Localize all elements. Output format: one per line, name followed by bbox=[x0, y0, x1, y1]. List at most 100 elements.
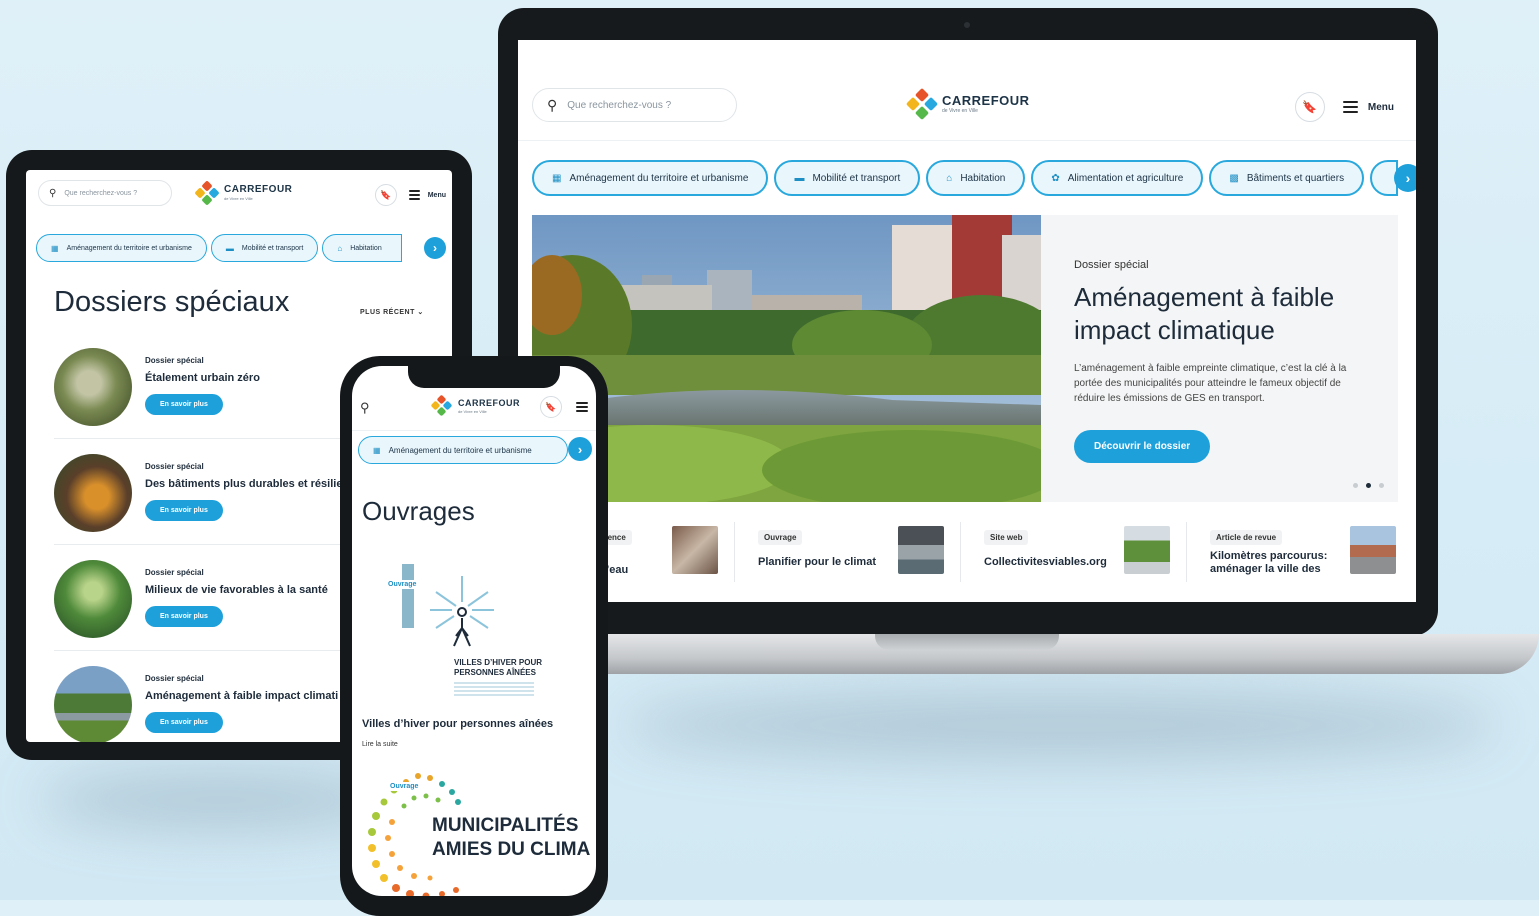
item-thumbnail bbox=[54, 666, 132, 742]
bookmark-icon[interactable]: 🔖 bbox=[374, 184, 397, 206]
site-logo[interactable]: CARREFOUR de Vivre en Ville bbox=[430, 394, 520, 417]
logo-mark-icon bbox=[194, 180, 220, 206]
sort-dropdown[interactable]: PLUS RÉCENT ⌄ bbox=[360, 308, 424, 316]
search-icon[interactable]: ⚲ bbox=[360, 400, 370, 416]
logo-tagline: de Vivre en Ville bbox=[224, 196, 253, 201]
book-title[interactable]: Villes d’hiver pour personnes aînées bbox=[362, 718, 553, 730]
resource-thumbnail bbox=[672, 526, 718, 574]
item-kicker: Dossier spécial bbox=[145, 674, 204, 683]
resource-tag: Ouvrage bbox=[758, 530, 803, 545]
hero-landscape-image bbox=[532, 215, 1041, 502]
book-cover-villes-hiver[interactable]: Ouvrage VILLES D’HIVER POUR PERSONNES AÎ… bbox=[362, 558, 582, 708]
map-icon: ▦ bbox=[51, 243, 59, 253]
resource-tag: Article de revue bbox=[1210, 530, 1283, 545]
search-box[interactable]: ⚲ Que recherchez-vous ? bbox=[38, 180, 172, 206]
learn-more-button[interactable]: En savoir plus bbox=[145, 712, 223, 733]
category-pill-habitation[interactable]: ⌂ Habitation bbox=[926, 160, 1026, 196]
book-cover-municipalites[interactable]: Ouvrage MUNICIPALITÉS AMIES DU CLIMA bbox=[358, 762, 596, 896]
resource-thumbnail bbox=[1124, 526, 1170, 574]
category-next-arrow-icon[interactable]: › bbox=[1394, 164, 1416, 192]
bus-icon: ▬ bbox=[794, 172, 805, 184]
logo-text: CARREFOUR bbox=[458, 397, 520, 408]
category-bar: ▦ Aménagement du territoire et urbanisme bbox=[358, 436, 568, 464]
category-pill-amenagement[interactable]: ▦ Aménagement du territoire et urbanisme bbox=[532, 160, 769, 196]
resource-title: Kilomètres parcourus: aménager la ville … bbox=[1210, 550, 1328, 575]
carousel-dot[interactable] bbox=[1353, 483, 1358, 488]
hero-title: Aménagement à faible impact climatique bbox=[1074, 282, 1335, 345]
site-logo[interactable]: CARREFOUR de Vivre en Ville bbox=[905, 87, 1030, 121]
house-icon: ⌂ bbox=[337, 243, 343, 253]
phone-device: ⚲ CARREFOUR de Vivre en Ville 🔖 ▦ Aménage… bbox=[340, 356, 608, 916]
logo-mark-icon bbox=[430, 394, 453, 417]
category-next-arrow-icon[interactable]: › bbox=[424, 237, 446, 259]
logo-tagline: de Vivre en Ville bbox=[942, 108, 978, 114]
carousel-dot-active[interactable] bbox=[1366, 483, 1371, 488]
menu-button[interactable]: Menu bbox=[408, 190, 446, 200]
card-separator bbox=[960, 522, 961, 582]
logo-text: CARREFOUR bbox=[942, 93, 1030, 108]
house-icon: ⌂ bbox=[946, 172, 953, 184]
item-thumbnail bbox=[54, 560, 132, 638]
logo-tagline: de Vivre en Ville bbox=[458, 408, 487, 414]
category-pill-mobilite[interactable]: ▬ Mobilité et transport bbox=[774, 160, 921, 196]
site-logo[interactable]: CARREFOUR de Vivre en Ville bbox=[194, 180, 293, 206]
snowflake-person-icon bbox=[430, 576, 494, 647]
resource-card[interactable]: Site web Collectivitesviables.org bbox=[984, 516, 1174, 586]
hamburger-icon bbox=[1342, 101, 1358, 113]
resource-card[interactable]: Ouvrage Planifier pour le climat bbox=[758, 516, 948, 586]
carousel-dot[interactable] bbox=[1379, 483, 1384, 488]
hamburger-icon[interactable] bbox=[576, 402, 588, 412]
phone-screen: ⚲ CARREFOUR de Vivre en Ville 🔖 ▦ Aménage… bbox=[352, 366, 596, 896]
phone-header: ⚲ CARREFOUR de Vivre en Ville 🔖 bbox=[352, 390, 596, 430]
hamburger-icon bbox=[408, 190, 420, 200]
hero-banner: Dossier spécial Aménagement à faible imp… bbox=[532, 215, 1398, 502]
page-title: Dossiers spéciaux bbox=[54, 286, 290, 318]
item-title: Étalement urbain zéro bbox=[145, 372, 260, 384]
learn-more-button[interactable]: En savoir plus bbox=[145, 500, 223, 521]
menu-label: Menu bbox=[1367, 101, 1394, 113]
search-box[interactable]: ⚲ Que recherchez-vous ? bbox=[532, 88, 737, 122]
read-more-link[interactable]: Lire la suite bbox=[362, 741, 398, 748]
logo-text: CARREFOUR bbox=[224, 184, 293, 195]
bookmark-icon[interactable]: 🔖 bbox=[540, 396, 562, 418]
menu-button[interactable]: Menu bbox=[1342, 101, 1394, 113]
header-divider bbox=[518, 140, 1416, 141]
learn-more-button[interactable]: En savoir plus bbox=[145, 394, 223, 415]
item-kicker: Dossier spécial bbox=[145, 356, 204, 365]
laptop-camera bbox=[964, 22, 970, 28]
category-pill-habitation[interactable]: ⌂ Habitation bbox=[322, 234, 403, 262]
resource-title: Collectivitesviables.org bbox=[984, 556, 1107, 568]
book-tag: Ouvrage bbox=[386, 782, 423, 791]
hero-description: L’aménagement à faible empreinte climati… bbox=[1074, 363, 1347, 404]
header-divider bbox=[352, 430, 596, 431]
search-placeholder: Que recherchez-vous ? bbox=[64, 189, 138, 197]
category-pill-mobilite[interactable]: ▬ Mobilité et transport bbox=[210, 234, 319, 262]
category-pill-batiments[interactable]: ▩ Bâtiments et quartiers bbox=[1209, 160, 1365, 196]
category-pill-alimentation[interactable]: ✿ Alimentation et agriculture bbox=[1031, 160, 1204, 196]
leaf-icon: ✿ bbox=[1051, 172, 1060, 184]
category-bar: ▦ Aménagement du territoire et urbanisme … bbox=[532, 160, 1399, 196]
chevron-down-icon: ⌄ bbox=[417, 309, 424, 316]
bookmark-icon[interactable]: 🔖 bbox=[1294, 92, 1325, 122]
book-cover-subtext bbox=[454, 682, 534, 696]
menu-label: Menu bbox=[427, 191, 446, 199]
discover-dossier-button[interactable]: Découvrir le dossier bbox=[1074, 430, 1211, 463]
laptop-device: ⚲ Que recherchez-vous ? CARREFOUR de Viv… bbox=[498, 8, 1438, 636]
resource-cards: érence c l’eau Ouvrage Planifier pour le… bbox=[532, 516, 1398, 586]
card-separator bbox=[1186, 522, 1187, 582]
resource-card[interactable]: Article de revue Kilomètres parcourus: a… bbox=[1210, 516, 1398, 586]
search-icon: ⚲ bbox=[547, 96, 558, 113]
laptop-shadow bbox=[620, 690, 1500, 760]
resource-card[interactable]: érence c l’eau bbox=[594, 516, 724, 586]
item-kicker: Dossier spécial bbox=[145, 568, 204, 577]
category-pill-amenagement[interactable]: ▦ Aménagement du territoire et urbanisme bbox=[36, 234, 207, 262]
item-title: Aménagement à faible impact climati bbox=[145, 690, 339, 702]
item-title: Milieux de vie favorables à la santé bbox=[145, 584, 328, 596]
category-bar: ▦ Aménagement du territoire et urbanisme … bbox=[36, 234, 403, 262]
learn-more-button[interactable]: En savoir plus bbox=[145, 606, 223, 627]
laptop-screen: ⚲ Que recherchez-vous ? CARREFOUR de Viv… bbox=[518, 40, 1416, 602]
resource-thumbnail bbox=[1350, 526, 1396, 574]
category-next-arrow-icon[interactable]: › bbox=[568, 437, 592, 461]
resource-tag: Site web bbox=[984, 530, 1029, 545]
category-pill-amenagement[interactable]: ▦ Aménagement du territoire et urbanisme bbox=[358, 436, 568, 464]
